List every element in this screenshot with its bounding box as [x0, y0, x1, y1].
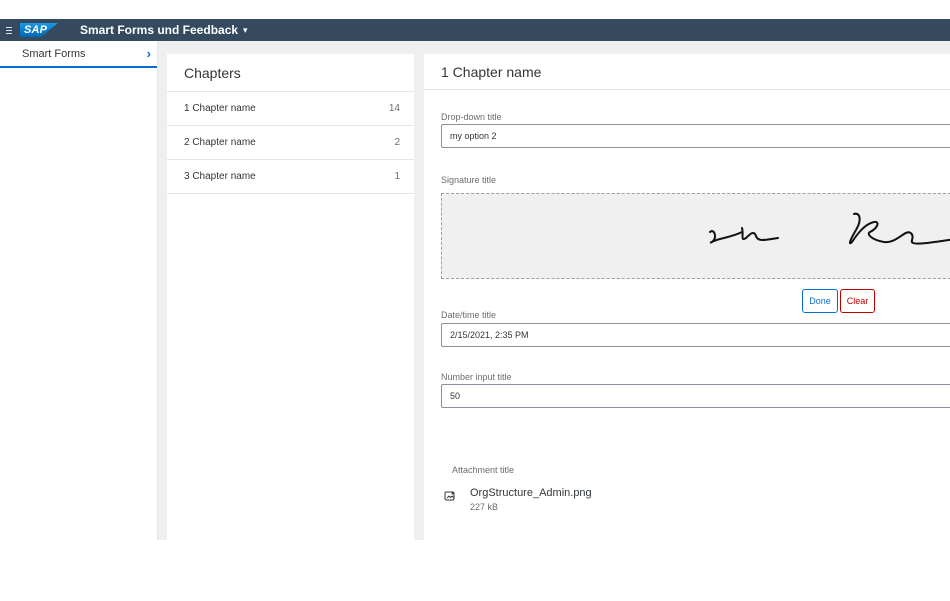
chapter-label: 2 Chapter name — [184, 137, 256, 148]
attachment-file-name[interactable]: OrgStructure_Admin.png — [470, 487, 592, 499]
detail-title: 1 Chapter name — [424, 54, 950, 90]
number-input-label: Number input title — [441, 372, 512, 382]
chevron-down-icon[interactable]: ▾ — [243, 25, 248, 36]
chapter-label: 1 Chapter name — [184, 103, 256, 114]
clear-button[interactable]: Clear — [840, 289, 875, 313]
sap-logo[interactable]: SAP — [20, 23, 58, 37]
signature-label: Signature title — [441, 175, 497, 185]
sidebar-item-smart-forms[interactable]: Smart Forms › — [0, 41, 157, 68]
menu-icon[interactable] — [2, 19, 16, 41]
chapter-label: 3 Chapter name — [184, 171, 256, 182]
datetime-input[interactable]: 2/15/2021, 2:35 PM — [441, 323, 950, 347]
dropdown-label: Drop-down title — [441, 112, 502, 122]
done-button[interactable]: Done — [802, 289, 838, 313]
chapters-title: Chapters — [167, 54, 414, 92]
chapter-list-item[interactable]: 2 Chapter name 2 — [167, 126, 414, 160]
chevron-right-icon: › — [146, 46, 151, 61]
chapter-count: 14 — [388, 103, 400, 114]
dropdown-select[interactable]: my option 2 — [441, 124, 950, 148]
chapter-list-item[interactable]: 1 Chapter name 14 — [167, 92, 414, 126]
chapter-list-item[interactable]: 3 Chapter name 1 — [167, 160, 414, 194]
signature-pad[interactable] — [441, 193, 950, 279]
signature-drawing — [709, 212, 950, 245]
attachment-file-size: 227 kB — [470, 502, 499, 512]
number-input[interactable]: 50 — [441, 384, 950, 408]
attachment-label: Attachment title — [452, 465, 515, 475]
datetime-label: Date/time title — [441, 310, 497, 320]
chapter-count: 1 — [394, 171, 400, 182]
chapters-panel: Chapters 1 Chapter name 14 2 Chapter nam… — [167, 54, 414, 540]
side-navigation: Smart Forms › — [0, 41, 158, 540]
image-file-icon — [444, 491, 455, 501]
shell-bar: SAP Smart Forms und Feedback ▾ — [0, 19, 950, 41]
app-title[interactable]: Smart Forms und Feedback — [80, 23, 238, 37]
chapter-detail-panel: 1 Chapter name Drop-down title my option… — [424, 54, 950, 540]
chapter-count: 2 — [394, 137, 400, 148]
sidebar-item-label: Smart Forms — [22, 47, 86, 60]
